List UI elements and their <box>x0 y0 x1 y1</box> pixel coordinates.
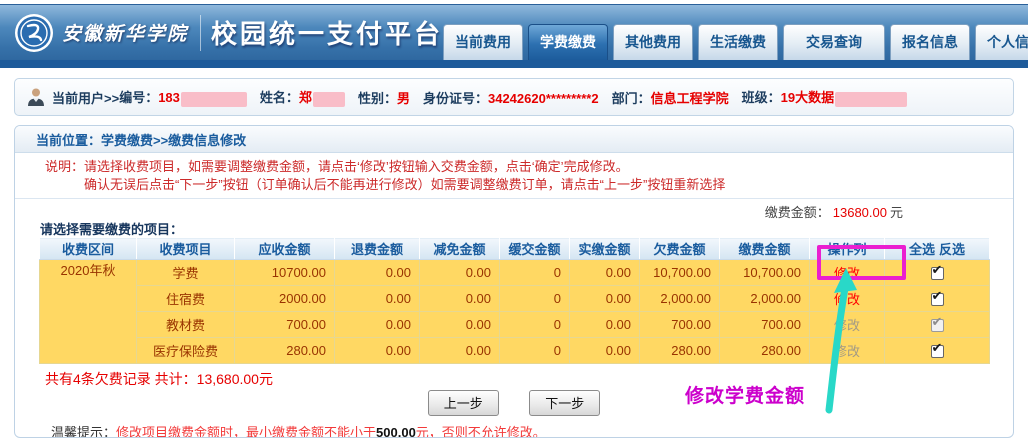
redaction-block <box>835 92 907 107</box>
col-header-payment: 缴费金额 <box>720 238 810 260</box>
col-header-refund: 退费金额 <box>335 238 420 260</box>
col-header-receivable: 应收金额 <box>235 238 335 260</box>
brand: 安徽新华学院 校园统一支付平台 <box>0 5 443 60</box>
modify-link[interactable]: 修改 <box>834 292 860 307</box>
modify-link[interactable]: 修改 <box>834 318 860 333</box>
modify-link[interactable]: 修改 <box>834 266 860 281</box>
user-field-gender: 性别：男 <box>358 88 410 107</box>
redaction-block <box>313 92 345 107</box>
item-cell: 医疗保险费 <box>137 338 235 364</box>
brand-divider <box>200 15 201 51</box>
period-cell: 2020年秋 <box>40 260 137 364</box>
payment-amount-value: 13680.00 <box>833 205 887 220</box>
payment-amount-label: 缴费金额： <box>765 205 830 220</box>
payment-amount-unit: 元 <box>890 205 903 220</box>
tab-tuition-payment[interactable]: 学费缴费 <box>528 24 608 60</box>
col-header-action: 操作列 <box>810 238 885 260</box>
next-step-button[interactable]: 下一步 <box>529 390 600 416</box>
select-items-label: 请选择需要缴费的项目： <box>15 219 1013 235</box>
user-icon <box>27 87 45 107</box>
user-prefix: 当前用户>> <box>52 88 119 107</box>
instruction-line-2: 确认无误后点击“下一步”按钮（订单确认后不能再进行修改）如需要调整缴费订单，请点… <box>45 176 1013 194</box>
app-header: 安徽新华学院 校园统一支付平台 当前费用 学费缴费 其他费用 生活缴费 交易查询… <box>0 4 1028 60</box>
annotation-text: 修改学费金额 <box>685 381 805 408</box>
item-cell: 住宿费 <box>137 286 235 312</box>
table-row: 医疗保险费 280.00 0.00 0.00 0 0.00 280.00 280… <box>40 338 990 364</box>
school-name: 安徽新华学院 <box>62 19 188 46</box>
col-header-owed: 欠费金额 <box>640 238 720 260</box>
instruction-line-1: 说明：请选择收费项目，如需要调整缴费金额，请点击‘修改’按钮输入交费金额，点击‘… <box>45 158 1013 176</box>
breadcrumb: 当前位置：学费缴费>>缴费信息修改 <box>15 126 1013 153</box>
warm-tip: 温馨提示：修改项目缴费金额时，最小缴费金额不能小于500.00元，否则不允许修改… <box>15 422 1013 438</box>
user-field-department: 部门：信息工程学院 <box>612 88 729 107</box>
tab-registration-info[interactable]: 报名信息 <box>890 24 970 60</box>
row-checkbox[interactable]: ✔ <box>931 293 944 306</box>
col-header-select: 全选反选 <box>885 238 990 260</box>
user-field-name: 姓名：郑 <box>260 87 345 106</box>
prev-step-button[interactable]: 上一步 <box>428 390 499 416</box>
tab-transaction-query[interactable]: 交易查询 <box>783 24 885 60</box>
row-checkbox[interactable]: ✔ <box>931 319 944 332</box>
page: 安徽新华学院 校园统一支付平台 当前费用 学费缴费 其他费用 生活缴费 交易查询… <box>0 0 1028 442</box>
invert-select-link[interactable]: 反选 <box>939 242 965 257</box>
select-all-link[interactable]: 全选 <box>909 242 935 257</box>
col-header-deduction: 减免金额 <box>420 238 500 260</box>
table-row: 2020年秋 学费 10700.00 0.00 0.00 0 0.00 10,7… <box>40 260 990 286</box>
col-header-paid: 实缴金额 <box>570 238 640 260</box>
main-panel: 当前位置：学费缴费>>缴费信息修改 说明：请选择收费项目，如需要调整缴费金额，请… <box>14 125 1014 438</box>
tab-current-fees[interactable]: 当前费用 <box>443 24 523 60</box>
nav-tabs: 当前费用 学费缴费 其他费用 生活缴费 交易查询 报名信息 个人信息 退出登录 <box>443 5 1028 60</box>
tab-living-payment[interactable]: 生活缴费 <box>698 24 778 60</box>
modify-link[interactable]: 修改 <box>834 344 860 359</box>
instructions: 说明：请选择收费项目，如需要调整缴费金额，请点击‘修改’按钮输入交费金额，点击‘… <box>15 153 1013 199</box>
user-info-bar: 当前用户>> 编号：183 姓名：郑 性别：男 身份证号：34242620***… <box>14 78 1014 116</box>
table-row: 教材费 700.00 0.00 0.00 0 0.00 700.00 700.0… <box>40 312 990 338</box>
redaction-block <box>181 92 247 107</box>
tab-personal-info[interactable]: 个人信息 <box>975 24 1028 60</box>
step-buttons: 上一步 下一步 <box>15 390 1013 413</box>
user-field-class: 班级：19大数据 <box>742 87 907 106</box>
fees-table: 收费区间 收费项目 应收金额 退费金额 减免金额 缓交金额 实缴金额 欠费金额 … <box>39 237 990 364</box>
row-checkbox[interactable]: ✔ <box>931 345 944 358</box>
table-row: 住宿费 2000.00 0.00 0.00 0 0.00 2,000.00 2,… <box>40 286 990 312</box>
user-field-id-card: 身份证号：34242620*********2 <box>423 88 599 107</box>
row-checkbox[interactable]: ✔ <box>931 267 944 280</box>
arrears-summary: 共有4条欠费记录 共计：13,680.00元 <box>15 369 1013 386</box>
school-logo-icon <box>14 13 54 53</box>
user-field-id: 编号：183 <box>119 87 247 106</box>
header-strip <box>0 60 1028 68</box>
col-header-item: 收费项目 <box>137 238 235 260</box>
table-header-row: 收费区间 收费项目 应收金额 退费金额 减免金额 缓交金额 实缴金额 欠费金额 … <box>40 238 990 260</box>
platform-title: 校园统一支付平台 <box>211 14 443 51</box>
tab-other-fees[interactable]: 其他费用 <box>613 24 693 60</box>
item-cell: 教材费 <box>137 312 235 338</box>
payment-amount-row: 缴费金额：13680.00元 <box>15 202 1013 218</box>
col-header-deferred: 缓交金额 <box>500 238 570 260</box>
item-cell: 学费 <box>137 260 235 286</box>
col-header-period: 收费区间 <box>40 238 137 260</box>
